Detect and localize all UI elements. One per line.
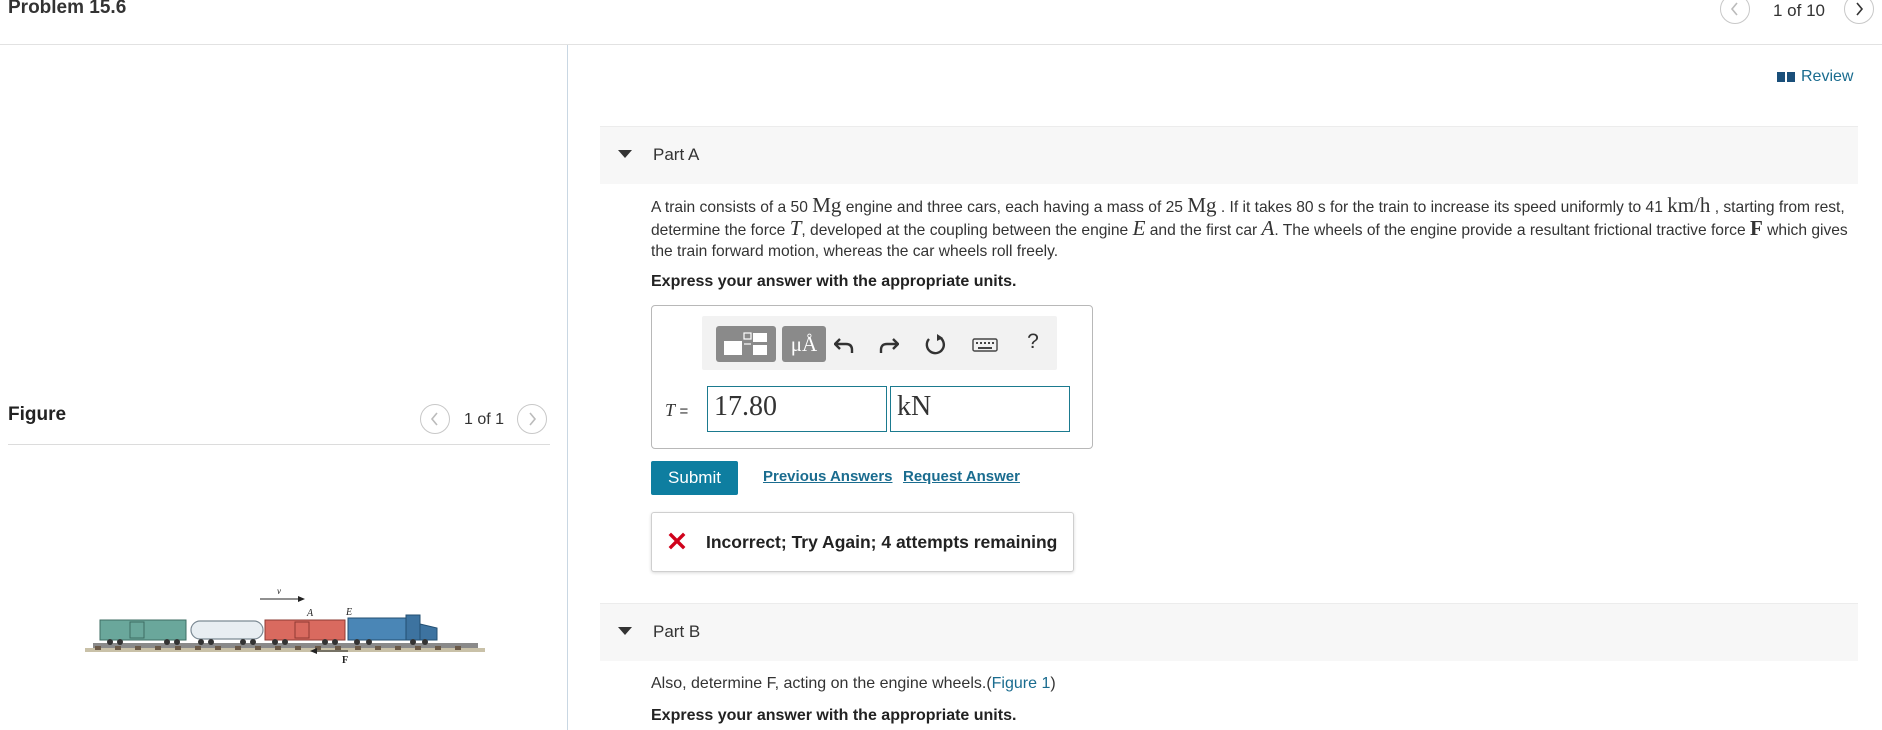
velocity-label: v bbox=[277, 588, 281, 596]
previous-figure-button[interactable] bbox=[420, 404, 450, 434]
tank-car bbox=[190, 620, 264, 640]
reset-icon[interactable] bbox=[924, 334, 946, 356]
math-toolbar: μÅ ? bbox=[702, 316, 1057, 370]
unit-kmh: km/h bbox=[1667, 193, 1711, 217]
problem-statement: A train consists of a 50 Mg engine and t… bbox=[651, 195, 1861, 262]
top-bar: Problem 15.6 1 of 10 bbox=[0, 0, 1882, 45]
review-link[interactable]: Review bbox=[1777, 68, 1853, 86]
equals-sign: = bbox=[679, 403, 689, 420]
part-a-header[interactable]: Part A bbox=[600, 126, 1858, 184]
text-segment: , developed at the coupling between the … bbox=[801, 222, 1133, 239]
problem-page-indicator: 1 of 10 bbox=[1773, 1, 1825, 20]
caret-down-icon bbox=[618, 627, 632, 635]
unit-mg: Mg bbox=[812, 193, 842, 217]
ballast bbox=[85, 648, 485, 652]
figure-heading: Figure bbox=[8, 404, 67, 425]
variable-a: A bbox=[1261, 216, 1275, 240]
templates-icon bbox=[724, 332, 767, 355]
submit-button[interactable]: Submit bbox=[651, 461, 738, 495]
variable-symbol: T bbox=[665, 400, 676, 420]
feedback-text: Incorrect; Try Again; 4 attempts remaini… bbox=[706, 532, 1058, 552]
error-x-icon bbox=[668, 532, 686, 550]
text-segment: engine and three cars, each having a mas… bbox=[841, 199, 1188, 216]
part-a-label: Part A bbox=[653, 145, 700, 164]
previous-problem-button[interactable] bbox=[1720, 0, 1750, 24]
undo-icon[interactable] bbox=[833, 334, 855, 356]
variable-e: E bbox=[1132, 216, 1146, 240]
text-segment: A train consists of a 50 bbox=[651, 199, 813, 216]
figure-page-indicator: 1 of 1 bbox=[464, 411, 505, 428]
variable-f: F bbox=[1749, 216, 1763, 240]
part-b-header[interactable]: Part B bbox=[600, 603, 1858, 661]
text-segment: ) bbox=[1050, 675, 1056, 692]
templates-button[interactable] bbox=[716, 326, 776, 362]
engine bbox=[347, 617, 407, 641]
train-figure[interactable]: v A E F bbox=[85, 588, 485, 666]
problem-title: Problem 15.6 bbox=[8, 0, 127, 18]
part-b-statement: Also, determine F, acting on the engine … bbox=[651, 675, 1056, 693]
part-b-label: Part B bbox=[653, 622, 701, 641]
engine-e-label: E bbox=[345, 607, 352, 618]
chevron-right-icon bbox=[529, 412, 537, 426]
boxcar bbox=[99, 619, 187, 641]
part-b-answer-instructions: Express your answer with the appropriate… bbox=[651, 707, 1017, 724]
figure-divider bbox=[8, 444, 550, 445]
car-a-label: A bbox=[306, 608, 314, 619]
force-label: F bbox=[342, 655, 348, 666]
unit-mg: Mg bbox=[1187, 193, 1217, 217]
figure-link[interactable]: Figure 1 bbox=[992, 675, 1051, 692]
answer-units-input[interactable]: kN bbox=[890, 386, 1070, 432]
feedback-message: Incorrect; Try Again; 4 attempts remaini… bbox=[651, 512, 1074, 572]
chevron-left-icon bbox=[430, 412, 438, 426]
caret-down-icon bbox=[618, 150, 632, 158]
chevron-left-icon bbox=[1730, 2, 1738, 16]
answer-box: μÅ ? T = 17.80 kN bbox=[651, 305, 1093, 449]
text-segment: . If it takes 80 s for the train to incr… bbox=[1216, 199, 1668, 216]
text-segment: . The wheels of the engine provide a res… bbox=[1274, 222, 1750, 239]
help-button[interactable]: ? bbox=[1022, 330, 1044, 353]
text-segment: Also, determine F, acting on the engine … bbox=[651, 675, 987, 692]
variable-t: T bbox=[789, 216, 802, 240]
next-figure-button[interactable] bbox=[517, 404, 547, 434]
redo-icon[interactable] bbox=[878, 334, 900, 356]
book-icon bbox=[1777, 72, 1795, 82]
answer-value-input[interactable]: 17.80 bbox=[707, 386, 887, 432]
panel-divider[interactable] bbox=[567, 45, 568, 730]
keyboard-icon[interactable] bbox=[971, 334, 999, 356]
review-label: Review bbox=[1801, 68, 1854, 85]
answer-variable-label: T = bbox=[665, 400, 688, 421]
car-a bbox=[264, 619, 346, 641]
next-problem-button[interactable] bbox=[1844, 0, 1874, 24]
answer-instructions: Express your answer with the appropriate… bbox=[651, 273, 1017, 290]
previous-answers-link[interactable]: Previous Answers bbox=[763, 468, 893, 485]
units-button[interactable]: μÅ bbox=[782, 326, 826, 362]
chevron-right-icon bbox=[1856, 2, 1864, 16]
text-segment: and the first car bbox=[1145, 222, 1262, 239]
request-answer-link[interactable]: Request Answer bbox=[903, 468, 1020, 485]
